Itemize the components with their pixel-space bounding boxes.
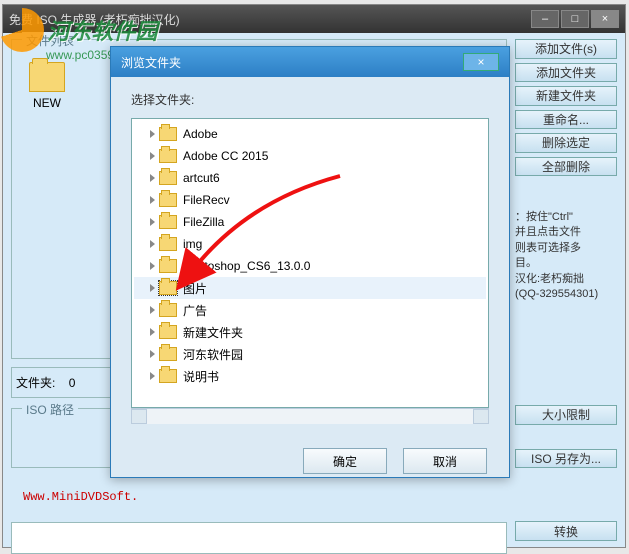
tree-item-label: 河东软件园 xyxy=(183,346,243,363)
tree-item-label: artcut6 xyxy=(183,171,220,185)
expand-icon[interactable] xyxy=(150,196,155,204)
folder-icon xyxy=(159,193,177,207)
tree-item[interactable]: artcut6 xyxy=(134,167,486,189)
folder-label: NEW xyxy=(22,96,72,110)
expand-icon[interactable] xyxy=(150,328,155,336)
delete-all-button[interactable]: 全部删除 xyxy=(515,157,617,177)
tree-item-label: Photoshop_CS6_13.0.0 xyxy=(183,259,310,273)
tree-item[interactable]: img xyxy=(134,233,486,255)
tree-item[interactable]: 说明书 xyxy=(134,365,486,387)
tree-item[interactable]: Adobe CC 2015 xyxy=(134,145,486,167)
delete-selected-button[interactable]: 删除选定 xyxy=(515,133,617,153)
tree-item-label: Adobe CC 2015 xyxy=(183,149,268,163)
tree-item[interactable]: 河东软件园 xyxy=(134,343,486,365)
expand-icon[interactable] xyxy=(150,262,155,270)
iso-path-legend: ISO 路径 xyxy=(22,401,78,418)
tree-item[interactable]: Photoshop_CS6_13.0.0 xyxy=(134,255,486,277)
folder-icon xyxy=(159,259,177,273)
new-folder-button[interactable]: 新建文件夹 xyxy=(515,86,617,106)
folder-icon xyxy=(159,369,177,383)
folder-icon xyxy=(159,347,177,361)
folder-item[interactable]: NEW xyxy=(22,62,72,110)
size-limit-button[interactable]: 大小限制 xyxy=(515,405,617,425)
horizontal-scrollbar[interactable] xyxy=(131,408,489,424)
scroll-right-icon[interactable] xyxy=(473,409,489,424)
folder-icon xyxy=(159,281,177,295)
folder-count-label: 文件夹: xyxy=(16,376,55,390)
folder-icon xyxy=(159,149,177,163)
cancel-button[interactable]: 取消 xyxy=(403,448,487,474)
folder-icon xyxy=(159,215,177,229)
expand-icon[interactable] xyxy=(150,372,155,380)
dialog-label: 选择文件夹: xyxy=(131,91,489,108)
progress-bar xyxy=(11,522,507,554)
dialog-close-button[interactable]: × xyxy=(463,53,499,71)
folder-icon xyxy=(159,303,177,317)
scroll-track[interactable] xyxy=(147,409,473,424)
expand-icon[interactable] xyxy=(150,284,155,292)
convert-button[interactable]: 转换 xyxy=(515,521,617,541)
expand-icon[interactable] xyxy=(150,218,155,226)
tree-item-label: 广告 xyxy=(183,302,207,319)
titlebar: 免费 ISO 生成器 (老朽痴拙汉化) – □ × xyxy=(3,5,625,33)
tree-item[interactable]: Adobe xyxy=(134,123,486,145)
add-files-button[interactable]: 添加文件(s) xyxy=(515,39,617,59)
tree-item[interactable]: 新建文件夹 xyxy=(134,321,486,343)
window-buttons: – □ × xyxy=(531,10,619,28)
dialog-titlebar: 浏览文件夹 × xyxy=(111,47,509,77)
right-column: 添加文件(s) 添加文件夹 新建文件夹 重命名... 删除选定 全部删除 ：按住… xyxy=(515,39,617,541)
ok-button[interactable]: 确定 xyxy=(303,448,387,474)
add-folder-button[interactable]: 添加文件夹 xyxy=(515,63,617,83)
save-iso-button[interactable]: ISO 另存为... xyxy=(515,449,617,469)
folder-icon xyxy=(159,171,177,185)
folder-tree[interactable]: Adobe Adobe CC 2015 artcut6 FileRecv FileZil… xyxy=(131,118,489,408)
tree-item-label: 说明书 xyxy=(183,368,219,385)
tree-item-label: FileRecv xyxy=(183,193,230,207)
minimize-button[interactable]: – xyxy=(531,10,559,28)
rename-button[interactable]: 重命名... xyxy=(515,110,617,130)
tree-item[interactable]: 图片 xyxy=(134,277,486,299)
expand-icon[interactable] xyxy=(150,174,155,182)
dialog-title: 浏览文件夹 xyxy=(121,54,463,71)
expand-icon[interactable] xyxy=(150,152,155,160)
expand-icon[interactable] xyxy=(150,306,155,314)
folder-icon xyxy=(159,237,177,251)
tree-item[interactable]: FileRecv xyxy=(134,189,486,211)
dialog-buttons: 确定 取消 xyxy=(111,434,509,488)
tree-item-label: 新建文件夹 xyxy=(183,324,243,341)
expand-icon[interactable] xyxy=(150,130,155,138)
tree-item[interactable]: FileZilla xyxy=(134,211,486,233)
maximize-button[interactable]: □ xyxy=(561,10,589,28)
expand-icon[interactable] xyxy=(150,240,155,248)
browse-folder-dialog: 浏览文件夹 × 选择文件夹: Adobe Adobe CC 2015 artcut6… xyxy=(110,46,510,478)
footer-url: Www.MiniDVDSoft. xyxy=(11,490,507,504)
close-button[interactable]: × xyxy=(591,10,619,28)
folder-count-value: 0 xyxy=(69,376,76,390)
folder-icon xyxy=(29,62,65,92)
tree-item-label: Adobe xyxy=(183,127,218,141)
folder-icon xyxy=(159,127,177,141)
scroll-left-icon[interactable] xyxy=(131,409,147,424)
file-list-legend: 文件列表 xyxy=(22,32,78,49)
tree-item[interactable]: 广告 xyxy=(134,299,486,321)
tree-item-label: 图片 xyxy=(183,280,207,297)
tree-item-label: img xyxy=(183,237,202,251)
window-title: 免费 ISO 生成器 (老朽痴拙汉化) xyxy=(9,11,531,28)
folder-icon xyxy=(159,325,177,339)
hint-text: ：按住"Ctrl" 并且点击文件 则表可选择多 目。 汉化:老朽痴拙 (QQ-3… xyxy=(515,210,617,302)
tree-item-label: FileZilla xyxy=(183,215,224,229)
expand-icon[interactable] xyxy=(150,350,155,358)
dialog-body: 选择文件夹: Adobe Adobe CC 2015 artcut6 FileRecv… xyxy=(111,77,509,434)
